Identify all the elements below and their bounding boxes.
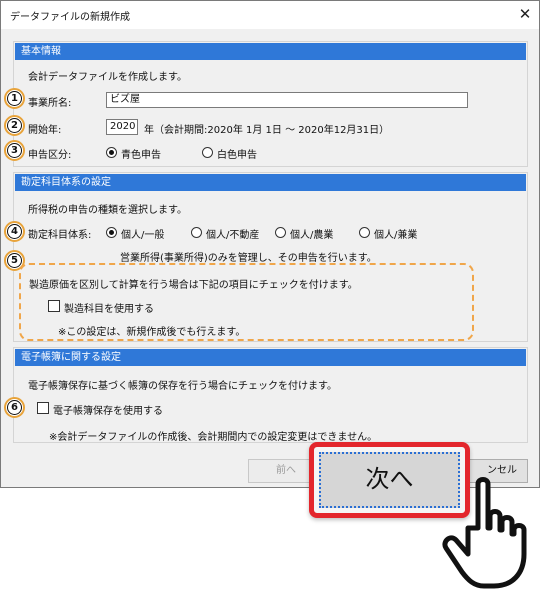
radio-personal-agriculture[interactable] [275,227,286,238]
start-year-input[interactable]: 2020 [106,119,138,135]
window-title: データファイルの新規作成 [10,12,130,23]
close-icon[interactable]: ✕ [514,4,536,24]
basic-info-header: 基本情報 [15,43,526,60]
marker-4-label: 4 [7,224,22,239]
ebook-note: ※会計データファイルの作成後、会計期間内での設定変更はできません。 [49,432,378,443]
ebook-header: 電子帳簿に関する設定 [15,349,526,366]
basic-info-desc: 会計データファイルを作成します。 [28,72,187,83]
cancel-button-label: ンセル [487,465,517,476]
manufacturing-checkbox-label: 製造科目を使用する [64,304,154,315]
office-name-input[interactable]: ビズ屋 [106,92,468,108]
office-name-label: 事業所名: [28,98,72,109]
marker-6: 6 [4,397,25,418]
account-system-note: 営業所得(事業所得)のみを管理し、その申告を行います。 [120,253,377,264]
radio-personal-agriculture-label: 個人/農業 [290,230,334,241]
ebook-checkbox-label: 電子帳簿保存を使用する [53,406,163,417]
radio-white-filing[interactable] [202,147,213,158]
marker-1-label: 1 [7,91,22,106]
radio-personal-general-label: 個人/一般 [121,230,165,241]
marker-2: 2 [4,115,25,136]
manufacturing-note: ※この設定は、新規作成後でも行えます。 [58,327,246,338]
manufacturing-desc: 製造原価を区別して計算を行う場合は下記の項目にチェックを付けます。 [29,280,358,291]
marker-4: 4 [4,221,25,242]
filing-type-label: 申告区分: [28,150,72,161]
marker-1: 1 [4,88,25,109]
account-system-header: 勘定科目体系の設定 [15,174,526,191]
radio-blue-filing[interactable] [106,147,117,158]
marker-6-label: 6 [7,400,22,415]
radio-blue-filing-label: 青色申告 [121,150,161,161]
radio-personal-real-estate[interactable] [191,227,202,238]
start-year-label: 開始年: [28,125,62,136]
radio-personal-combined[interactable] [359,227,370,238]
radio-white-filing-label: 白色申告 [217,150,257,161]
pointing-hand-icon [442,477,527,589]
marker-3: 3 [4,140,25,161]
ebook-desc: 電子帳簿保存に基づく帳簿の保存を行う場合にチェックを付けます。 [28,381,337,392]
marker-5-label: 5 [7,253,22,268]
radio-personal-combined-label: 個人/兼業 [374,230,418,241]
marker-3-label: 3 [7,143,22,158]
marker-2-label: 2 [7,118,22,133]
fiscal-period-text: 年（会計期間:2020年 1月 1日 〜 2020年12月31日） [144,125,390,136]
manufacturing-checkbox[interactable] [48,300,60,312]
account-system-desc: 所得税の申告の種類を選択します。 [28,205,187,216]
radio-personal-real-estate-label: 個人/不動産 [206,230,260,241]
ebook-checkbox[interactable] [37,402,49,414]
account-system-label: 勘定科目体系: [28,230,92,241]
radio-personal-general[interactable] [106,227,117,238]
